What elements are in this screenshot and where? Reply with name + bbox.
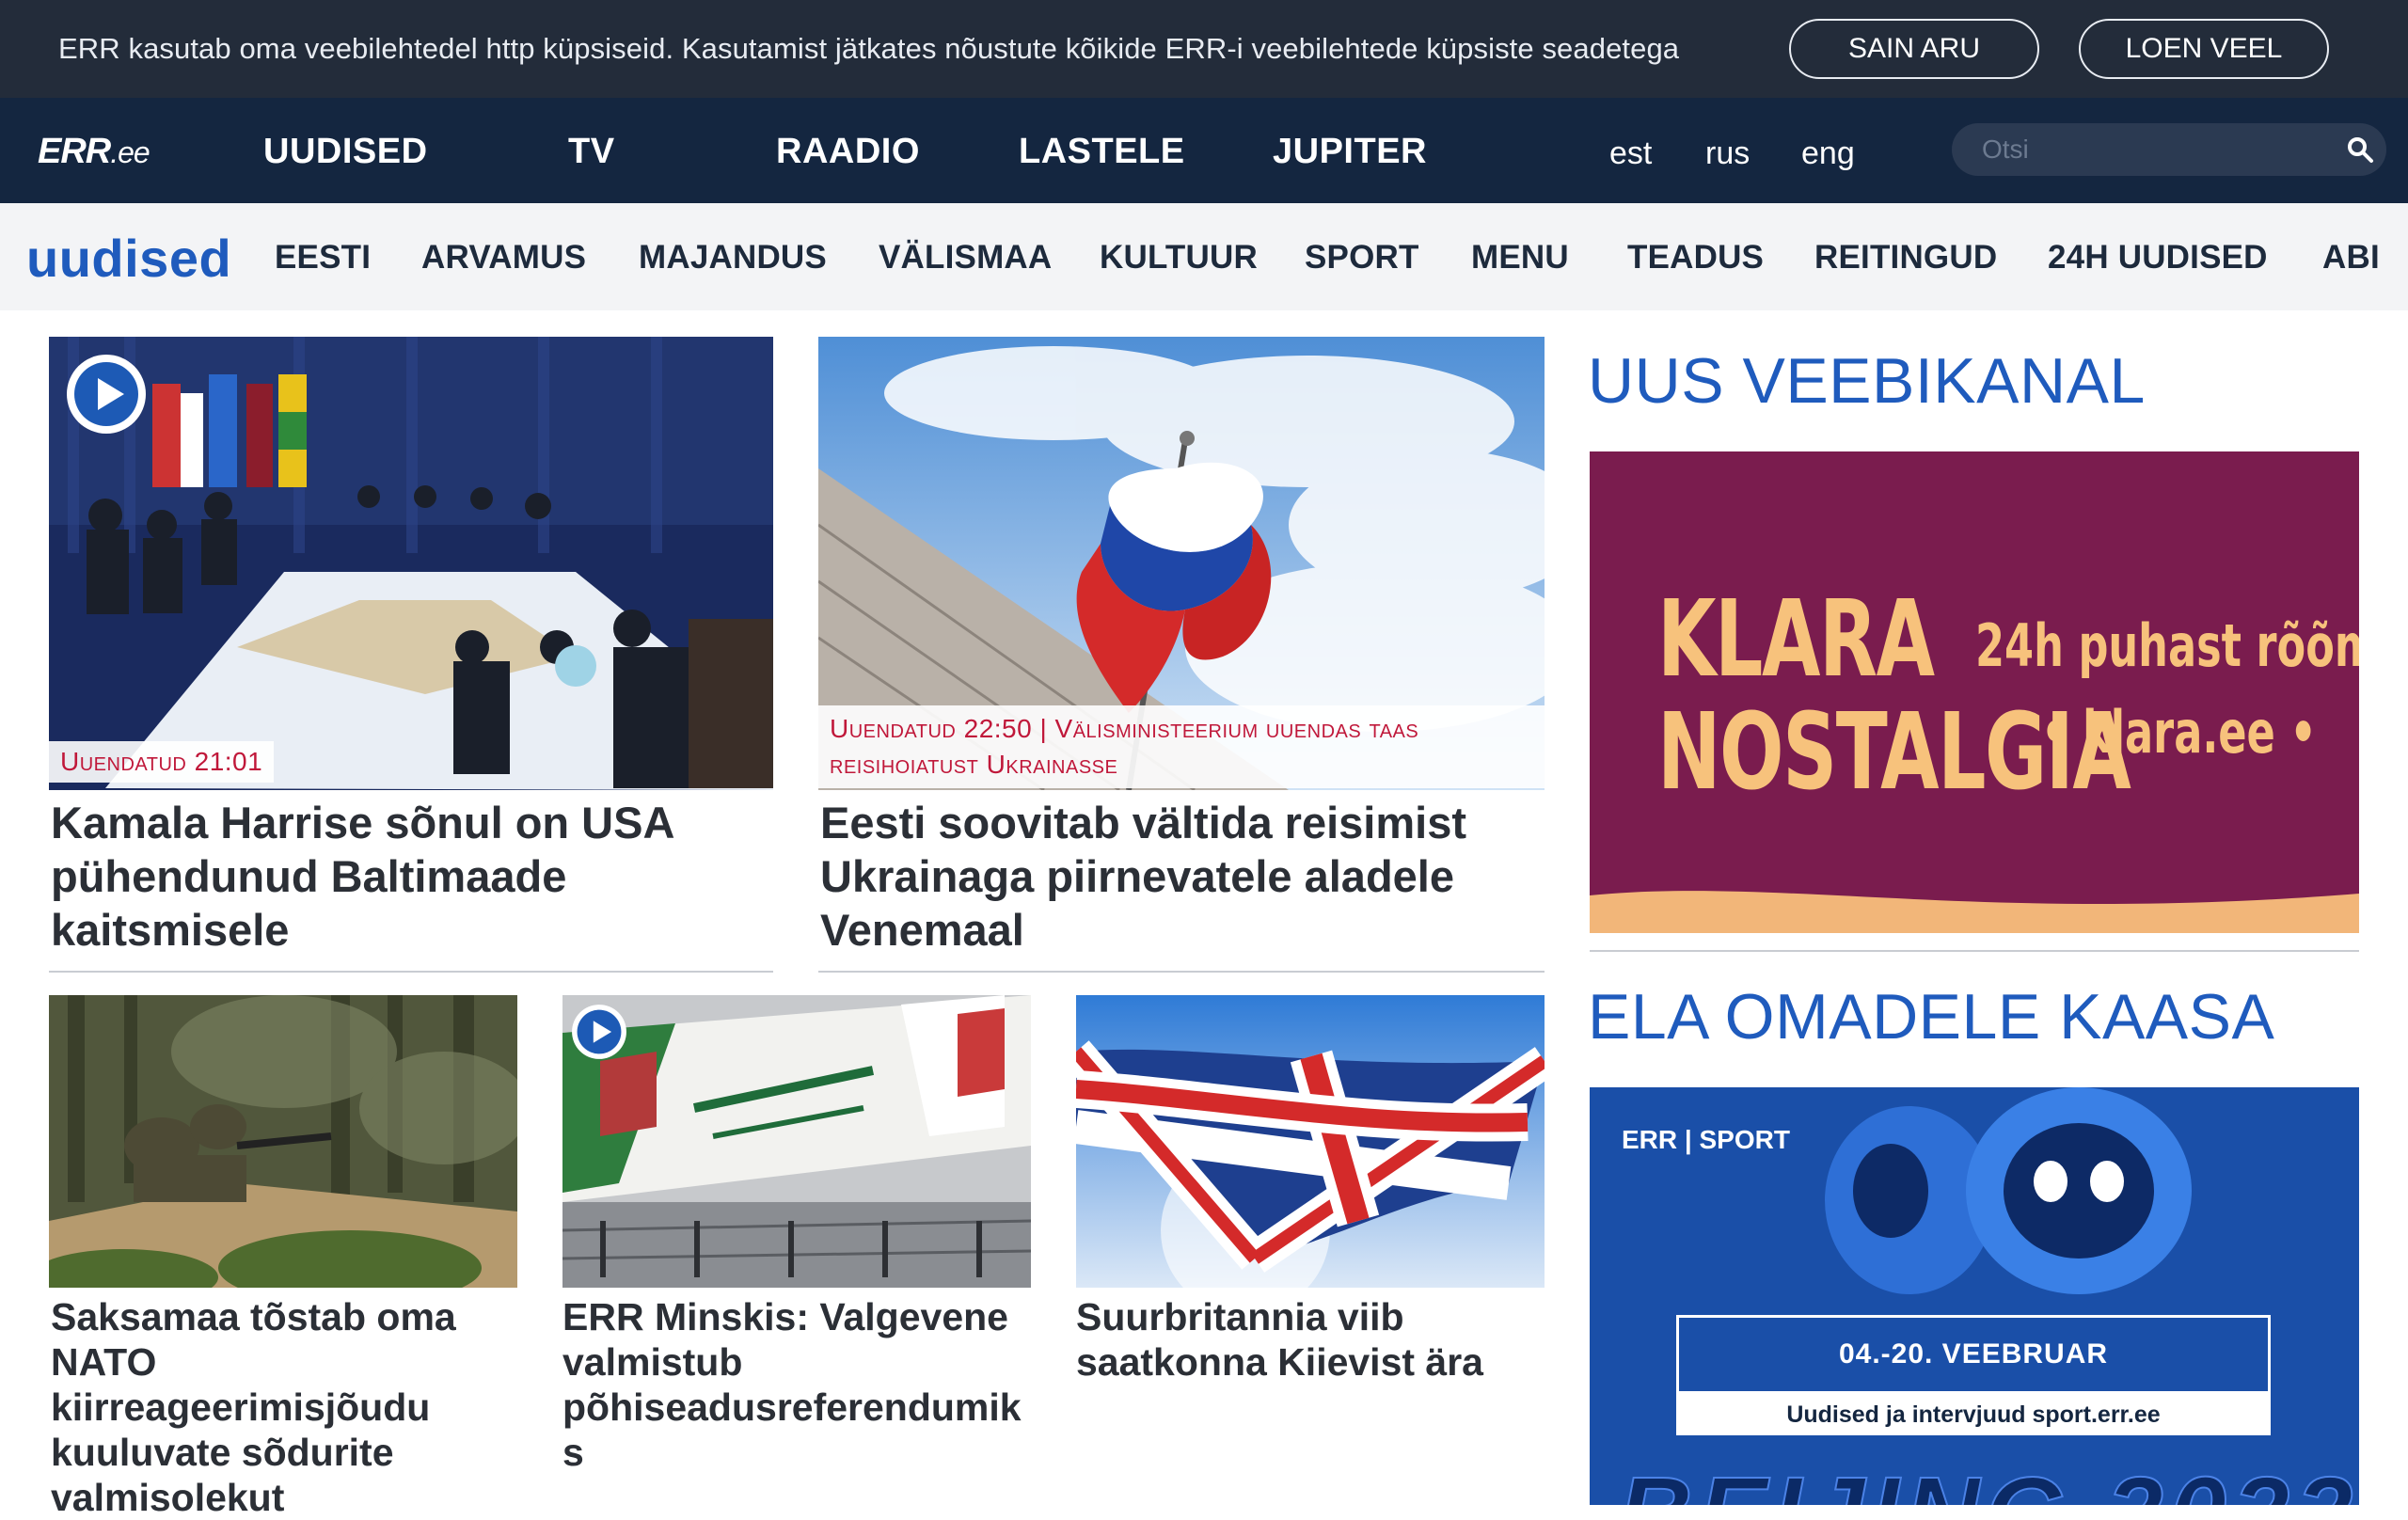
sidebar-heading-new-channel: UUS VEEBIKANAL [1588,345,2146,417]
headline-uk-embassy[interactable]: Suurbritannia viib saatkonna Kiievist är… [1076,1294,1483,1385]
sidebar-heading-support: ELA OMADELE KAASA [1588,981,2275,1053]
cookie-text: ERR kasutab oma veebilehtedel http küpsi… [58,32,1680,65]
headline-line: s [562,1431,584,1474]
headline-line: kiirreageerimisjõudu [51,1385,431,1429]
nav-tv[interactable]: TV [568,132,615,172]
nav-lastele[interactable]: LASTELE [1019,132,1185,172]
headline-line: saatkonna Kiievist ära [1076,1340,1483,1384]
article-timestamp: Uuendatud 22:50 | Välisministeerium uuen… [818,705,1545,788]
ad-wave-decoration [1590,891,2359,933]
headline-germany-nato[interactable]: Saksamaa tõstab oma NATO kiirreageerimis… [51,1294,456,1520]
headline-travel-warning[interactable]: Eesti soovitab vältida reisimist Ukraina… [820,796,1466,957]
play-icon[interactable] [64,352,149,436]
divider [49,971,773,973]
badge-line: reisihoiatust Ukrainasse [830,750,1118,779]
subnav-sport[interactable]: SPORT [1305,239,1419,277]
lang-rus[interactable]: rus [1705,135,1750,172]
headline-line: NATO [51,1340,157,1384]
headline-line: Eesti soovitab vältida reisimist [820,798,1466,847]
badge-line: Uuendatud 22:50 | Välisministeerium uuen… [830,714,1419,743]
main-navigation: ERR.ee UUDISED TV RAADIO LASTELE JUPITER… [0,98,2408,203]
headline-line: pühendunud Baltimaade [51,851,567,901]
article-image-harris[interactable]: Uuendatud 21:01 [49,337,773,790]
nav-jupiter[interactable]: JUPITER [1273,132,1427,172]
err-sport-logo: ERR | SPORT [1622,1125,1790,1154]
headline-line: Venemaal [820,905,1024,955]
article-image-russia-flag[interactable]: Uuendatud 22:50 | Välisministeerium uuen… [818,337,1545,790]
divider [818,971,1545,973]
headline-harris[interactable]: Kamala Harrise sõnul on USA pühendunud B… [51,796,674,957]
divider [1590,950,2359,952]
subnav-valismaa[interactable]: VÄLISMAA [879,239,1052,277]
subnav-eesti[interactable]: EESTI [275,239,371,277]
klara-tagline: 24h puhast rõõmu! [1975,611,2359,680]
search-input[interactable] [1952,123,2386,176]
subnav-reitingud[interactable]: REITINGUD [1814,239,1997,277]
err-sport-ad[interactable]: ERR | SPORT 04.-20. VEEBRUAR Uudised ja … [1590,1087,2359,1505]
cookie-accept-button[interactable]: SAIN ARU [1789,19,2039,79]
headline-line: Saksamaa tõstab oma [51,1295,456,1338]
subnav-majandus[interactable]: MAJANDUS [639,239,827,277]
cookie-more-button[interactable]: LOEN VEEL [2079,19,2329,79]
section-navigation: uudised EESTI ARVAMUS MAJANDUS VÄLISMAA … [0,203,2408,310]
play-icon[interactable] [570,1003,628,1061]
subnav-kultuur[interactable]: KULTUUR [1100,239,1258,277]
subnav-arvamus[interactable]: ARVAMUS [421,239,586,277]
err-logo[interactable]: ERR.ee [38,132,150,172]
article-image-soldiers[interactable] [49,995,517,1288]
olympics-dates: 04.-20. VEEBRUAR [1676,1315,2271,1394]
search-icon[interactable] [2346,135,2374,164]
headline-line: kaitsmisele [51,905,290,955]
subnav-menu[interactable]: MENU [1471,239,1569,277]
subnav-abi[interactable]: ABI [2322,239,2380,277]
lang-eng[interactable]: eng [1801,135,1855,172]
cookie-banner: ERR kasutab oma veebilehtedel http küpsi… [0,0,2408,98]
article-image-minsk[interactable] [562,995,1031,1288]
headline-line: kuuluvate sõdurite [51,1431,394,1474]
lang-est[interactable]: est [1609,135,1652,172]
headline-line: valmistub [562,1340,743,1384]
headline-line: Kamala Harrise sõnul on USA [51,798,675,847]
headline-line: ERR Minskis: Valgevene [562,1295,1008,1338]
headline-line: põhiseadusreferendumik [562,1385,1022,1429]
subnav-24h-uudised[interactable]: 24H UUDISED [2048,239,2268,277]
headline-line: valmisolekut [51,1476,285,1519]
klara-nostalgia-ad[interactable]: KLARA NOSTALGIA 24h puhast rõõmu! • klar… [1590,451,2359,933]
article-image-uk-flag[interactable] [1076,995,1545,1288]
nav-raadio[interactable]: RAADIO [776,132,920,172]
headline-line: Suurbritannia viib [1076,1295,1404,1338]
logo-text: ERR [38,132,111,171]
section-title[interactable]: uudised [26,228,231,289]
logo-suffix: .ee [110,135,150,169]
klara-url: • klara.ee • [2041,698,2317,767]
sport-subtitle: Uudised ja intervjuud sport.err.ee [1676,1394,2271,1435]
article-timestamp: Uuendatud 21:01 [49,741,275,783]
headline-minsk-referendum[interactable]: ERR Minskis: Valgevene valmistub põhisea… [562,1294,1022,1475]
nav-uudised[interactable]: UUDISED [263,132,428,172]
headline-line: Ukrainaga piirnevatele aladele [820,851,1454,901]
beijing-banner: BEIJING 2022 [1617,1454,2358,1505]
subnav-teadus[interactable]: TEADUS [1627,239,1764,277]
